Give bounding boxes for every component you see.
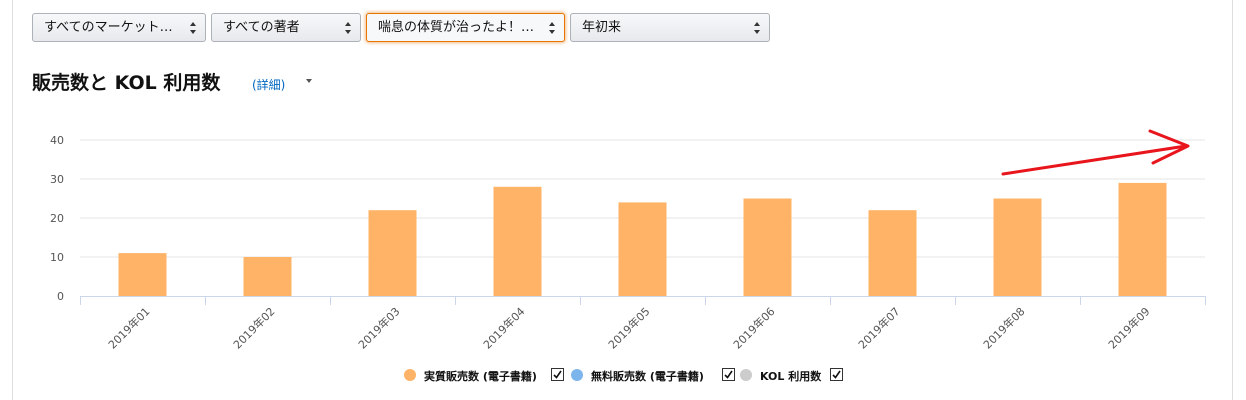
bar xyxy=(368,210,417,296)
bar xyxy=(743,198,792,296)
legend-dot-icon xyxy=(571,369,583,381)
legend-checkbox-net-sales[interactable] xyxy=(551,368,564,381)
y-tick-label: 20 xyxy=(50,212,64,225)
bar xyxy=(618,202,667,296)
bar xyxy=(868,210,917,296)
y-tick-label: 10 xyxy=(50,251,64,264)
x-tick-label: 2019年03 xyxy=(355,304,402,351)
bar xyxy=(993,198,1042,296)
legend-checkbox-kol[interactable] xyxy=(830,368,843,381)
x-tick-label: 2019年06 xyxy=(730,304,777,351)
legend-dot-icon xyxy=(404,369,416,381)
legend-checkbox-free-sales[interactable] xyxy=(722,368,735,381)
x-tick-label: 2019年04 xyxy=(480,304,527,351)
legend-label: 実質販売数 (電子書籍) xyxy=(424,370,537,383)
legend-dot-icon xyxy=(740,369,752,381)
bar xyxy=(243,257,292,296)
bar xyxy=(493,186,542,296)
x-tick-label: 2019年01 xyxy=(105,304,152,351)
bar xyxy=(118,253,167,296)
legend-label: KOL 利用数 xyxy=(760,370,822,383)
x-tick-label: 2019年02 xyxy=(230,304,277,351)
x-tick-label: 2019年07 xyxy=(855,304,902,351)
x-tick-label: 2019年05 xyxy=(605,304,652,351)
legend-label: 無料販売数 (電子書籍) xyxy=(591,370,704,383)
x-tick-label: 2019年08 xyxy=(980,304,1027,351)
bar xyxy=(1118,182,1167,296)
x-tick-label: 2019年09 xyxy=(1105,304,1152,351)
sales-bar-chart: 0 10 20 30 40 2019年01 2019年02 2019年03 2019年04 20… xyxy=(50,129,1206,352)
y-tick-label: 0 xyxy=(57,290,64,303)
y-tick-label: 30 xyxy=(50,173,64,186)
red-arrow-annotation xyxy=(1001,129,1190,176)
y-tick-label: 40 xyxy=(50,134,64,147)
